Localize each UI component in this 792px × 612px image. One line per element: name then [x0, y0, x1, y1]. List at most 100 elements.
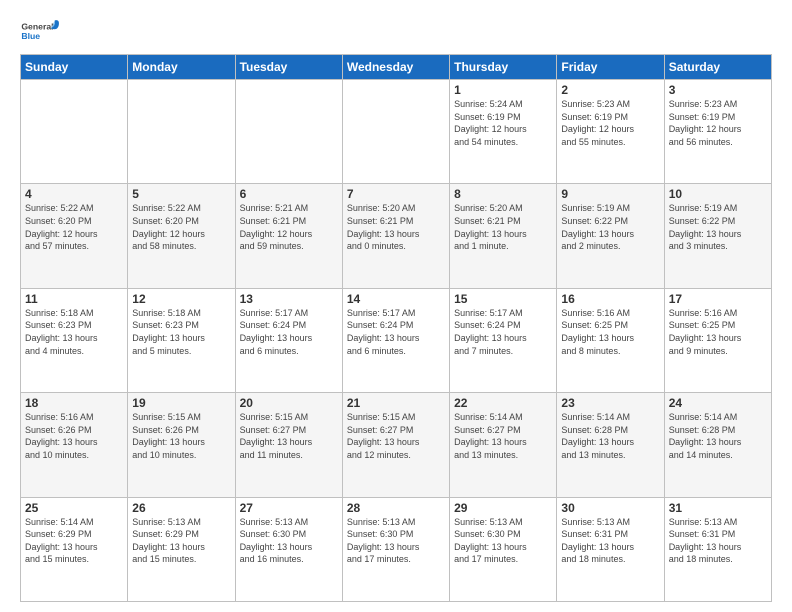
- calendar-cell: 25Sunrise: 5:14 AM Sunset: 6:29 PM Dayli…: [21, 497, 128, 601]
- day-number: 23: [561, 396, 659, 410]
- day-number: 13: [240, 292, 338, 306]
- day-info: Sunrise: 5:13 AM Sunset: 6:31 PM Dayligh…: [561, 516, 659, 566]
- day-info: Sunrise: 5:16 AM Sunset: 6:25 PM Dayligh…: [669, 307, 767, 357]
- day-number: 12: [132, 292, 230, 306]
- logo-area: General Blue: [20, 16, 60, 46]
- day-number: 30: [561, 501, 659, 515]
- day-info: Sunrise: 5:16 AM Sunset: 6:26 PM Dayligh…: [25, 411, 123, 461]
- calendar-body: 1Sunrise: 5:24 AM Sunset: 6:19 PM Daylig…: [21, 80, 772, 602]
- day-number: 17: [669, 292, 767, 306]
- day-number: 29: [454, 501, 552, 515]
- calendar-cell: 22Sunrise: 5:14 AM Sunset: 6:27 PM Dayli…: [450, 393, 557, 497]
- day-header-tuesday: Tuesday: [235, 55, 342, 80]
- day-info: Sunrise: 5:15 AM Sunset: 6:27 PM Dayligh…: [347, 411, 445, 461]
- day-header-sunday: Sunday: [21, 55, 128, 80]
- calendar-cell: 12Sunrise: 5:18 AM Sunset: 6:23 PM Dayli…: [128, 288, 235, 392]
- day-info: Sunrise: 5:19 AM Sunset: 6:22 PM Dayligh…: [561, 202, 659, 252]
- day-info: Sunrise: 5:14 AM Sunset: 6:29 PM Dayligh…: [25, 516, 123, 566]
- days-header-row: SundayMondayTuesdayWednesdayThursdayFrid…: [21, 55, 772, 80]
- calendar-cell: 28Sunrise: 5:13 AM Sunset: 6:30 PM Dayli…: [342, 497, 449, 601]
- calendar-week-2: 4Sunrise: 5:22 AM Sunset: 6:20 PM Daylig…: [21, 184, 772, 288]
- day-info: Sunrise: 5:22 AM Sunset: 6:20 PM Dayligh…: [25, 202, 123, 252]
- day-info: Sunrise: 5:22 AM Sunset: 6:20 PM Dayligh…: [132, 202, 230, 252]
- calendar-cell: 4Sunrise: 5:22 AM Sunset: 6:20 PM Daylig…: [21, 184, 128, 288]
- svg-text:Blue: Blue: [21, 31, 40, 41]
- calendar-cell: 19Sunrise: 5:15 AM Sunset: 6:26 PM Dayli…: [128, 393, 235, 497]
- day-info: Sunrise: 5:18 AM Sunset: 6:23 PM Dayligh…: [25, 307, 123, 357]
- day-header-wednesday: Wednesday: [342, 55, 449, 80]
- calendar-cell: 8Sunrise: 5:20 AM Sunset: 6:21 PM Daylig…: [450, 184, 557, 288]
- day-number: 2: [561, 83, 659, 97]
- day-number: 31: [669, 501, 767, 515]
- day-number: 7: [347, 187, 445, 201]
- day-info: Sunrise: 5:13 AM Sunset: 6:30 PM Dayligh…: [454, 516, 552, 566]
- day-number: 19: [132, 396, 230, 410]
- day-number: 3: [669, 83, 767, 97]
- logo: General Blue: [20, 16, 60, 46]
- day-info: Sunrise: 5:14 AM Sunset: 6:28 PM Dayligh…: [561, 411, 659, 461]
- day-number: 24: [669, 396, 767, 410]
- day-number: 20: [240, 396, 338, 410]
- calendar-cell: 27Sunrise: 5:13 AM Sunset: 6:30 PM Dayli…: [235, 497, 342, 601]
- calendar-cell: 31Sunrise: 5:13 AM Sunset: 6:31 PM Dayli…: [664, 497, 771, 601]
- day-number: 27: [240, 501, 338, 515]
- calendar-cell: 10Sunrise: 5:19 AM Sunset: 6:22 PM Dayli…: [664, 184, 771, 288]
- day-info: Sunrise: 5:16 AM Sunset: 6:25 PM Dayligh…: [561, 307, 659, 357]
- day-info: Sunrise: 5:14 AM Sunset: 6:27 PM Dayligh…: [454, 411, 552, 461]
- day-info: Sunrise: 5:13 AM Sunset: 6:29 PM Dayligh…: [132, 516, 230, 566]
- calendar-cell: 21Sunrise: 5:15 AM Sunset: 6:27 PM Dayli…: [342, 393, 449, 497]
- logo-icon: General Blue: [20, 16, 60, 46]
- day-info: Sunrise: 5:17 AM Sunset: 6:24 PM Dayligh…: [240, 307, 338, 357]
- day-number: 22: [454, 396, 552, 410]
- calendar-cell: 2Sunrise: 5:23 AM Sunset: 6:19 PM Daylig…: [557, 80, 664, 184]
- day-info: Sunrise: 5:13 AM Sunset: 6:30 PM Dayligh…: [347, 516, 445, 566]
- day-number: 18: [25, 396, 123, 410]
- calendar-page: General Blue SundayMondayTuesdayWednesda…: [0, 0, 792, 612]
- calendar-cell: 7Sunrise: 5:20 AM Sunset: 6:21 PM Daylig…: [342, 184, 449, 288]
- day-info: Sunrise: 5:15 AM Sunset: 6:27 PM Dayligh…: [240, 411, 338, 461]
- day-number: 16: [561, 292, 659, 306]
- day-info: Sunrise: 5:14 AM Sunset: 6:28 PM Dayligh…: [669, 411, 767, 461]
- calendar-cell: 23Sunrise: 5:14 AM Sunset: 6:28 PM Dayli…: [557, 393, 664, 497]
- calendar-cell: 1Sunrise: 5:24 AM Sunset: 6:19 PM Daylig…: [450, 80, 557, 184]
- calendar-week-3: 11Sunrise: 5:18 AM Sunset: 6:23 PM Dayli…: [21, 288, 772, 392]
- calendar-cell: [342, 80, 449, 184]
- day-number: 11: [25, 292, 123, 306]
- calendar-cell: 15Sunrise: 5:17 AM Sunset: 6:24 PM Dayli…: [450, 288, 557, 392]
- day-number: 28: [347, 501, 445, 515]
- calendar-cell: 16Sunrise: 5:16 AM Sunset: 6:25 PM Dayli…: [557, 288, 664, 392]
- day-number: 8: [454, 187, 552, 201]
- calendar-cell: 5Sunrise: 5:22 AM Sunset: 6:20 PM Daylig…: [128, 184, 235, 288]
- calendar-week-5: 25Sunrise: 5:14 AM Sunset: 6:29 PM Dayli…: [21, 497, 772, 601]
- day-info: Sunrise: 5:20 AM Sunset: 6:21 PM Dayligh…: [347, 202, 445, 252]
- day-number: 1: [454, 83, 552, 97]
- day-info: Sunrise: 5:21 AM Sunset: 6:21 PM Dayligh…: [240, 202, 338, 252]
- day-info: Sunrise: 5:17 AM Sunset: 6:24 PM Dayligh…: [347, 307, 445, 357]
- calendar-cell: [235, 80, 342, 184]
- day-info: Sunrise: 5:13 AM Sunset: 6:30 PM Dayligh…: [240, 516, 338, 566]
- calendar-cell: 3Sunrise: 5:23 AM Sunset: 6:19 PM Daylig…: [664, 80, 771, 184]
- calendar-cell: 11Sunrise: 5:18 AM Sunset: 6:23 PM Dayli…: [21, 288, 128, 392]
- day-number: 26: [132, 501, 230, 515]
- calendar-cell: [128, 80, 235, 184]
- calendar-cell: [21, 80, 128, 184]
- day-info: Sunrise: 5:19 AM Sunset: 6:22 PM Dayligh…: [669, 202, 767, 252]
- calendar-cell: 20Sunrise: 5:15 AM Sunset: 6:27 PM Dayli…: [235, 393, 342, 497]
- day-number: 14: [347, 292, 445, 306]
- day-number: 5: [132, 187, 230, 201]
- header: General Blue: [20, 16, 772, 46]
- day-header-thursday: Thursday: [450, 55, 557, 80]
- day-number: 10: [669, 187, 767, 201]
- day-info: Sunrise: 5:20 AM Sunset: 6:21 PM Dayligh…: [454, 202, 552, 252]
- day-number: 25: [25, 501, 123, 515]
- calendar-table: SundayMondayTuesdayWednesdayThursdayFrid…: [20, 54, 772, 602]
- calendar-week-1: 1Sunrise: 5:24 AM Sunset: 6:19 PM Daylig…: [21, 80, 772, 184]
- day-info: Sunrise: 5:24 AM Sunset: 6:19 PM Dayligh…: [454, 98, 552, 148]
- calendar-cell: 9Sunrise: 5:19 AM Sunset: 6:22 PM Daylig…: [557, 184, 664, 288]
- calendar-cell: 24Sunrise: 5:14 AM Sunset: 6:28 PM Dayli…: [664, 393, 771, 497]
- day-info: Sunrise: 5:18 AM Sunset: 6:23 PM Dayligh…: [132, 307, 230, 357]
- day-number: 9: [561, 187, 659, 201]
- day-number: 15: [454, 292, 552, 306]
- svg-text:General: General: [21, 22, 53, 32]
- calendar-week-4: 18Sunrise: 5:16 AM Sunset: 6:26 PM Dayli…: [21, 393, 772, 497]
